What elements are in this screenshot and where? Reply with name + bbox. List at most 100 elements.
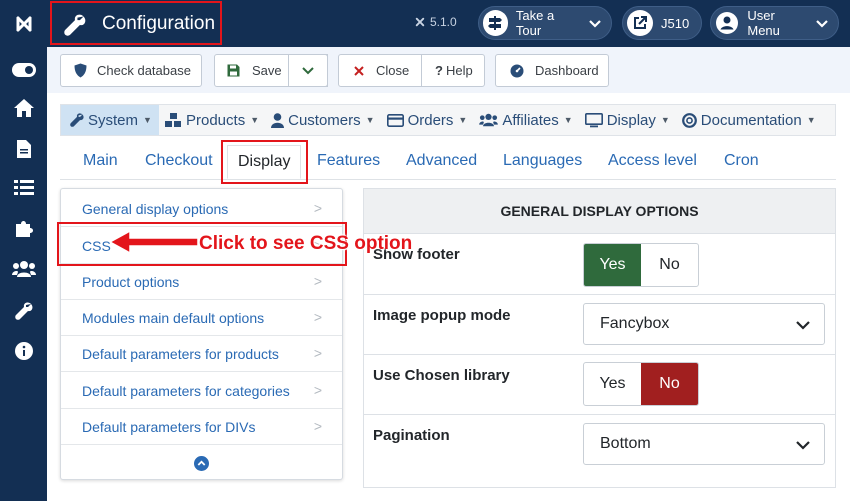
display-tab-highlight — [221, 140, 308, 184]
users-icon — [479, 113, 499, 127]
users-icon[interactable] — [0, 254, 47, 284]
wrench-icon — [64, 14, 86, 41]
menu-orders[interactable]: Orders ▼ — [381, 105, 474, 135]
pagination-select[interactable]: Bottom — [583, 423, 825, 465]
save-dropdown-button[interactable] — [288, 54, 328, 87]
list-item-label: Default parameters for categories — [82, 382, 290, 399]
header: Configuration 5.1.0 Take a Tour J510 Use… — [47, 0, 850, 47]
menu-products[interactable]: Products ▼ — [159, 105, 265, 135]
version-label: 5.1.0 — [414, 15, 457, 29]
caret-down-icon: ▼ — [143, 115, 152, 125]
list-item[interactable]: Default parameters for products > — [61, 336, 342, 372]
option-label: Pagination — [373, 427, 450, 444]
help-button[interactable]: ? Help — [421, 54, 485, 87]
take-tour-button[interactable]: Take a Tour — [478, 6, 612, 40]
page-title-highlight: Configuration — [50, 1, 222, 45]
caret-down-icon: ▼ — [806, 115, 816, 125]
option-row-chosen-library: Use Chosen library Yes No — [364, 355, 835, 415]
caret-down-icon: ▼ — [250, 115, 260, 125]
check-database-button[interactable]: Check database — [60, 54, 202, 87]
site-name-label: J510 — [661, 15, 690, 31]
cubes-icon — [165, 112, 182, 128]
caret-down-icon: ▼ — [660, 115, 670, 125]
user-icon — [271, 112, 285, 128]
menu-orders-label: Orders — [407, 111, 454, 129]
tab-languages[interactable]: Languages — [503, 152, 582, 170]
toggle-menu-icon[interactable] — [0, 55, 47, 85]
home-icon[interactable] — [0, 93, 47, 123]
annotation-text: Click to see CSS option — [199, 233, 413, 254]
option-label: Use Chosen library — [373, 367, 510, 384]
tab-cron[interactable]: Cron — [724, 152, 759, 170]
yes-option[interactable]: Yes — [584, 363, 641, 405]
site-link-button[interactable]: J510 — [622, 6, 702, 40]
list-icon[interactable] — [0, 173, 47, 203]
dashboard-icon — [510, 64, 524, 78]
image-popup-select[interactable]: Fancybox — [583, 303, 825, 345]
list-item[interactable]: Product options > — [61, 264, 342, 300]
scroll-up-button[interactable] — [61, 447, 342, 479]
user-menu-label: User Menu — [747, 8, 780, 38]
option-row-show-footer: Show footer Yes No — [364, 235, 835, 295]
close-icon — [354, 65, 364, 76]
menu-affiliates[interactable]: Affiliates ▼ — [473, 105, 578, 135]
yes-option[interactable]: Yes — [584, 244, 641, 286]
puzzle-icon[interactable] — [0, 214, 47, 244]
list-item-label: Product options — [82, 273, 180, 290]
chevron-down-icon — [796, 317, 810, 335]
options-heading: GENERAL DISPLAY OPTIONS — [364, 189, 835, 234]
chevron-right-icon: > — [313, 382, 322, 398]
chevron-down-icon — [796, 437, 810, 455]
close-button[interactable]: Close — [338, 54, 422, 87]
page-title: Configuration — [102, 13, 216, 34]
no-option[interactable]: No — [641, 363, 698, 405]
monitor-icon — [584, 112, 603, 128]
config-tabs: Main Checkout Display Features Advanced … — [60, 140, 836, 180]
tab-features[interactable]: Features — [317, 152, 380, 170]
dashboard-button[interactable]: Dashboard — [495, 54, 609, 87]
chosen-library-switch: Yes No — [583, 362, 699, 406]
joomla-logo-icon[interactable] — [0, 0, 47, 48]
info-icon[interactable] — [0, 336, 47, 366]
list-item[interactable]: Modules main default options > — [61, 300, 342, 336]
tab-advanced[interactable]: Advanced — [406, 152, 477, 170]
menu-system-label: System — [88, 111, 139, 129]
tab-access-level[interactable]: Access level — [608, 152, 697, 170]
life-ring-icon — [681, 112, 697, 128]
dashboard-label: Dashboard — [535, 63, 599, 78]
chevron-down-icon — [816, 16, 828, 31]
user-menu-button[interactable]: User Menu — [710, 6, 839, 40]
tab-checkout[interactable]: Checkout — [145, 152, 213, 170]
shield-icon — [74, 63, 87, 78]
menu-system[interactable]: System ▼ — [61, 105, 159, 135]
take-tour-label: Take a Tour — [515, 8, 555, 38]
list-item-label: Default parameters for DIVs — [82, 418, 256, 435]
option-row-pagination: Pagination Bottom — [364, 415, 835, 487]
external-link-icon — [627, 10, 653, 36]
list-item-label: General display options — [82, 200, 229, 217]
general-display-options: GENERAL DISPLAY OPTIONS Show footer Yes … — [363, 188, 836, 488]
list-item[interactable]: Default parameters for DIVs > — [61, 409, 342, 445]
file-icon[interactable] — [0, 134, 47, 164]
main-menu-bar: System ▼ Products ▼ Customers ▼ Orders ▼ Aff… — [60, 104, 836, 136]
menu-customers-label: Customers — [288, 111, 361, 129]
no-option[interactable]: No — [641, 244, 698, 286]
option-label: Image popup mode — [373, 307, 511, 324]
user-avatar-icon — [715, 10, 739, 36]
list-item-label: Modules main default options — [82, 309, 265, 326]
chevron-right-icon: > — [313, 200, 322, 216]
wrench-icon[interactable] — [0, 296, 47, 326]
chevron-up-circle-icon — [194, 455, 209, 471]
select-value: Bottom — [600, 435, 651, 452]
tab-main[interactable]: Main — [83, 152, 118, 170]
menu-display-label: Display — [606, 111, 656, 129]
chevron-right-icon: > — [313, 418, 322, 434]
menu-documentation[interactable]: Documentation ▼ — [676, 105, 822, 135]
menu-display[interactable]: Display ▼ — [579, 105, 676, 135]
joomla-icon — [415, 17, 425, 27]
signpost-icon — [483, 10, 508, 36]
chevron-down-icon — [589, 16, 601, 31]
menu-customers[interactable]: Customers ▼ — [265, 105, 380, 135]
list-item[interactable]: Default parameters for categories > — [61, 373, 342, 409]
caret-down-icon: ▼ — [458, 115, 468, 125]
